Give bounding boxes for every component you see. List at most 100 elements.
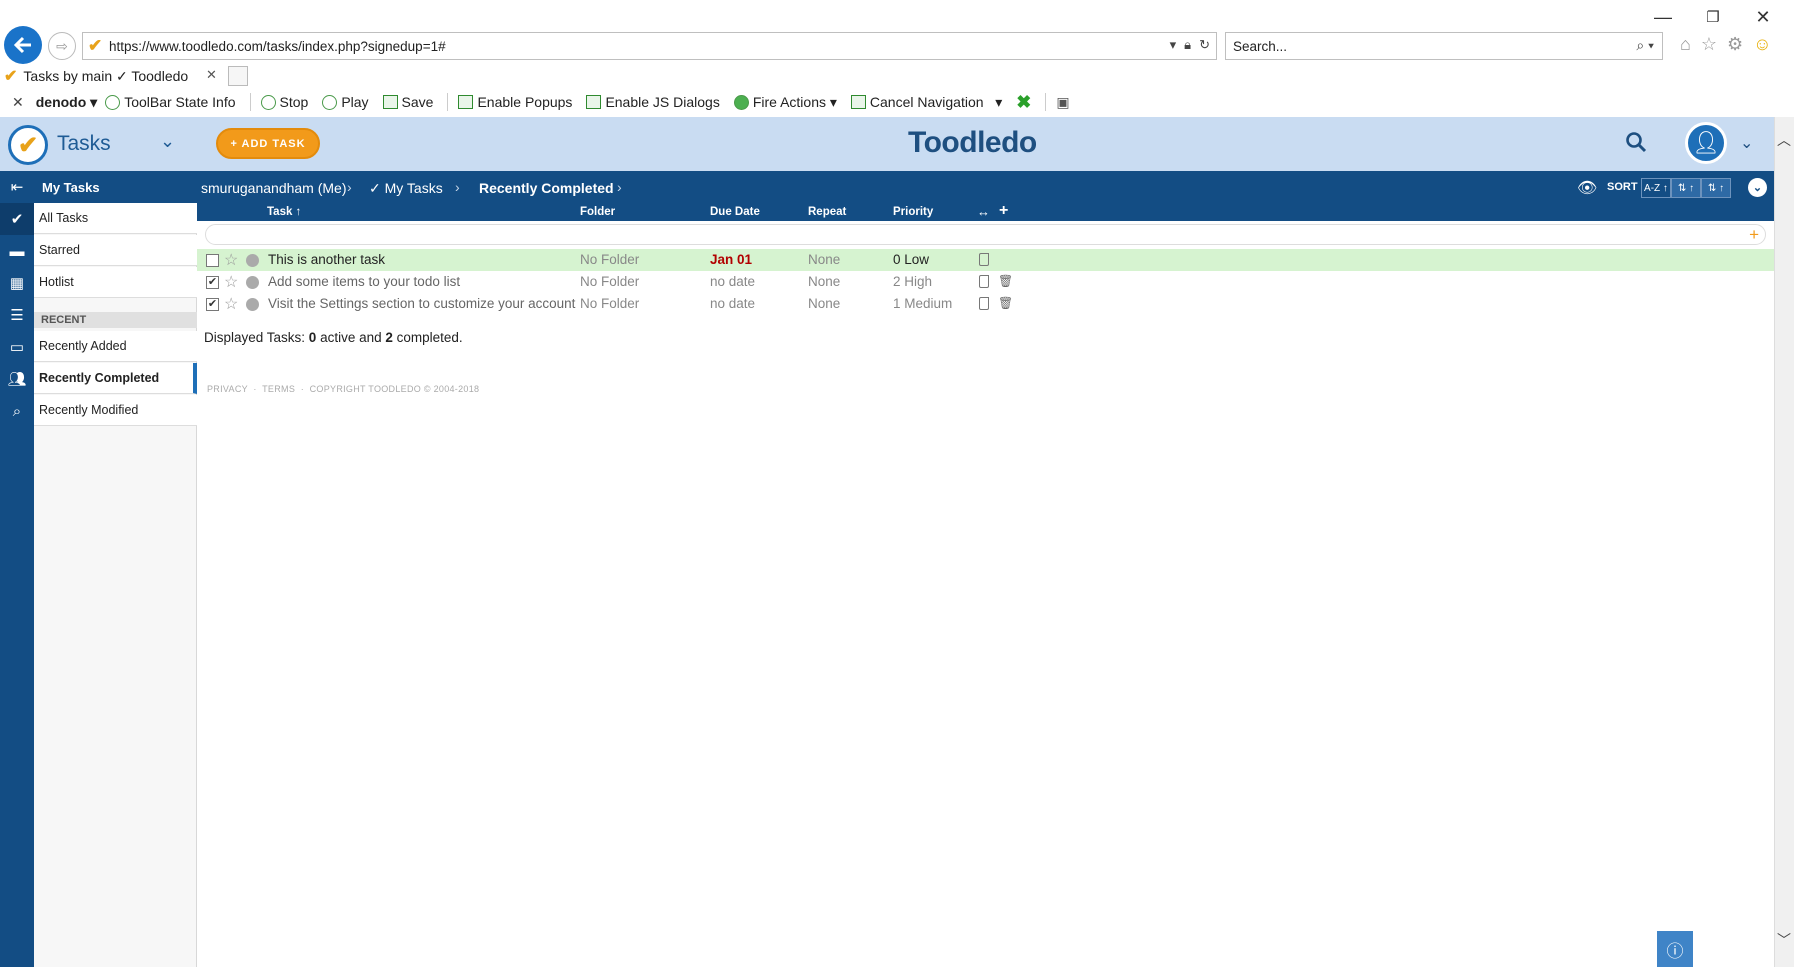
task-due-date[interactable]: Jan 01 — [710, 252, 752, 267]
column-due-date[interactable]: Due Date — [710, 206, 760, 218]
sort-az-button[interactable]: A-Z ↑ — [1641, 178, 1671, 198]
task-repeat[interactable]: None — [808, 252, 840, 267]
play-button[interactable]: Play — [322, 94, 369, 110]
contacts-icon[interactable]: 👥︎ — [0, 363, 34, 395]
tag-icon[interactable]: ▭ — [0, 331, 34, 363]
column-folder[interactable]: Folder — [580, 206, 615, 218]
breadcrumb-current[interactable]: Recently Completed — [479, 180, 614, 196]
star-icon[interactable]: ☆ — [224, 294, 238, 314]
account-chevron-down-icon[interactable]: ⌄ — [1740, 133, 1753, 153]
toodledo-brand-logo[interactable]: Toodledo — [908, 126, 1037, 160]
view-eye-icon[interactable]: 👁︎ — [1577, 178, 1597, 198]
column-task[interactable]: Task ↑ — [267, 206, 301, 218]
settings-gear-icon[interactable]: ⚙ — [1727, 34, 1743, 55]
home-icon[interactable]: ⌂ — [1680, 34, 1691, 55]
green-x-icon[interactable]: ✖ — [1016, 92, 1031, 113]
fire-actions-button[interactable]: Fire Actions ▾ — [733, 94, 837, 111]
breadcrumb-my-tasks[interactable]: ✓ My Tasks — [369, 180, 443, 197]
close-tab-icon[interactable]: ✕ — [206, 67, 217, 83]
back-button[interactable] — [4, 26, 42, 64]
star-icon[interactable]: ☆ — [224, 272, 238, 292]
calendar-icon[interactable]: ▦ — [0, 267, 34, 299]
column-repeat[interactable]: Repeat — [808, 206, 846, 218]
collapse-sidebar-icon[interactable]: ⇤ — [0, 171, 34, 203]
folder-icon[interactable]: ▬ — [0, 235, 34, 267]
list-icon[interactable]: ☰ — [0, 299, 34, 331]
tasks-check-icon[interactable]: ✔ — [0, 203, 34, 235]
column-priority[interactable]: Priority — [893, 206, 933, 218]
task-checkbox[interactable]: ✔ — [206, 276, 219, 289]
sidebar-item-all-tasks[interactable]: All Tasks — [34, 203, 197, 234]
add-column-icon[interactable]: + — [999, 202, 1008, 220]
denodo-menu[interactable]: denodo ▾ — [36, 94, 97, 111]
address-bar[interactable]: ✔ https://www.toodledo.com/tasks/index.p… — [82, 32, 1217, 60]
save-button[interactable]: Save — [382, 94, 433, 110]
search-rail-icon[interactable]: ⌕ — [0, 395, 34, 427]
trash-icon[interactable]: 🗑︎ — [998, 274, 1013, 288]
sidebar-item-recently-completed[interactable]: Recently Completed — [34, 363, 197, 394]
sort-tertiary-button[interactable]: ⇅ ↑ — [1701, 178, 1731, 198]
task-folder[interactable]: No Folder — [580, 252, 639, 267]
task-title[interactable]: This is another task — [268, 252, 385, 267]
extension-icon[interactable]: ▣ — [1056, 94, 1069, 111]
toolbar-state-info[interactable]: ToolBar State Info — [105, 94, 236, 110]
enable-js-dialogs-button[interactable]: Enable JS Dialogs — [586, 94, 720, 110]
add-task-button[interactable]: + ADD TASK — [216, 128, 320, 159]
task-repeat[interactable]: None — [808, 274, 840, 289]
breadcrumb-user[interactable]: smuruganandham (Me) — [201, 180, 347, 196]
privacy-link[interactable]: PRIVACY — [207, 384, 248, 394]
quick-add-input[interactable]: + — [205, 224, 1766, 245]
status-dot-icon[interactable] — [246, 276, 259, 289]
help-button[interactable]: ⓘ — [1657, 931, 1693, 967]
enable-popups-button[interactable]: Enable Popups — [458, 94, 572, 110]
scroll-up-icon[interactable]: ︿ — [1777, 130, 1791, 150]
sort-secondary-button[interactable]: ⇅ ↑ — [1671, 178, 1701, 198]
task-checkbox[interactable] — [206, 254, 219, 267]
section-chevron-down-icon[interactable]: ⌄ — [160, 131, 175, 152]
note-icon[interactable] — [979, 253, 989, 266]
search-icon[interactable]: ⌕ ▾ — [1636, 37, 1654, 54]
cancel-navigation-button[interactable]: Cancel Navigation ▾ — [850, 94, 1002, 111]
page-scrollbar[interactable] — [1774, 117, 1794, 967]
forward-button[interactable]: ⇨ — [48, 32, 76, 60]
terms-link[interactable]: TERMS — [262, 384, 295, 394]
user-avatar[interactable]: 👤︎ — [1685, 122, 1727, 164]
status-dot-icon[interactable] — [246, 298, 259, 311]
search-icon[interactable] — [1625, 131, 1647, 159]
task-repeat[interactable]: None — [808, 296, 840, 311]
stop-button[interactable]: Stop — [260, 94, 308, 110]
task-folder[interactable]: No Folder — [580, 296, 639, 311]
task-priority[interactable]: 0 Low — [893, 252, 929, 267]
task-due-date[interactable]: no date — [710, 274, 755, 289]
dropdown-icon[interactable]: ▾ — [1170, 37, 1177, 53]
task-folder[interactable]: No Folder — [580, 274, 639, 289]
browser-search-input[interactable]: Search... ⌕ ▾ — [1225, 32, 1663, 60]
task-due-date[interactable]: no date — [710, 296, 755, 311]
note-icon[interactable] — [979, 275, 989, 288]
table-row[interactable]: ✔ ☆ Add some items to your todo list No … — [197, 271, 1774, 293]
minimize-button[interactable]: — — [1640, 0, 1686, 34]
task-title[interactable]: Add some items to your todo list — [268, 274, 460, 289]
note-icon[interactable] — [979, 297, 989, 310]
quick-add-plus-icon[interactable]: + — [1749, 225, 1759, 245]
task-priority[interactable]: 2 High — [893, 274, 932, 289]
sidebar-item-recently-added[interactable]: Recently Added — [34, 331, 197, 362]
sidebar-item-hotlist[interactable]: Hotlist — [34, 267, 197, 298]
smiley-icon[interactable]: ☺ — [1753, 34, 1771, 55]
lock-icon[interactable]: 🔒︎ — [1184, 37, 1191, 53]
resize-columns-icon[interactable]: ↔ — [977, 204, 990, 219]
table-row[interactable]: ☆ This is another task No Folder Jan 01 … — [197, 249, 1774, 271]
task-checkbox[interactable]: ✔ — [206, 298, 219, 311]
task-priority[interactable]: 1 Medium — [893, 296, 952, 311]
table-row[interactable]: ✔ ☆ Visit the Settings section to custom… — [197, 293, 1774, 315]
trash-icon[interactable]: 🗑︎ — [998, 296, 1013, 310]
status-dot-icon[interactable] — [246, 254, 259, 267]
task-title[interactable]: Visit the Settings section to customize … — [268, 296, 575, 311]
close-window-button[interactable]: ✕ — [1740, 0, 1786, 34]
star-icon[interactable]: ☆ — [224, 250, 238, 270]
new-tab-button[interactable] — [228, 66, 248, 86]
options-chevron-down-icon[interactable]: ⌄ — [1748, 178, 1767, 197]
scroll-down-icon[interactable]: ﹀ — [1777, 930, 1791, 950]
favorites-star-icon[interactable]: ☆ — [1701, 34, 1717, 55]
browser-tab[interactable]: ✔ Tasks by main ✓ Toodledo ✕ — [4, 64, 224, 88]
